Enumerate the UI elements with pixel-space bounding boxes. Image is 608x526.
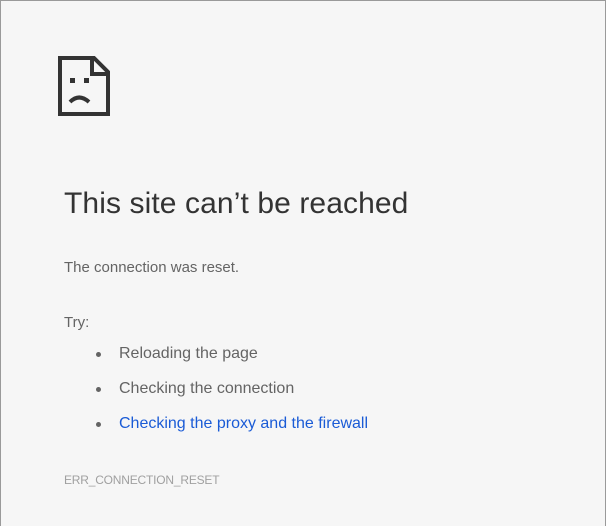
error-heading: This site can’t be reached (64, 187, 409, 220)
error-page: This site can’t be reached The connectio… (0, 0, 606, 526)
error-code: ERR_CONNECTION_RESET (64, 473, 220, 487)
suggestions-list: Reloading the page Checking the connecti… (96, 344, 368, 449)
sad-page-icon (58, 56, 110, 116)
error-message: The connection was reset. (64, 259, 240, 276)
suggestion-check-connection: Checking the connection (96, 379, 368, 414)
bullet-icon (96, 422, 101, 427)
suggestion-check-proxy: Checking the proxy and the firewall (96, 414, 368, 449)
try-label: Try: (64, 314, 90, 331)
suggestion-reload: Reloading the page (96, 344, 368, 379)
bullet-icon (96, 352, 101, 357)
suggestion-label: Reloading the page (119, 345, 258, 362)
suggestion-label: Checking the connection (119, 380, 295, 397)
bullet-icon (96, 387, 101, 392)
check-proxy-firewall-link[interactable]: Checking the proxy and the firewall (119, 415, 368, 432)
